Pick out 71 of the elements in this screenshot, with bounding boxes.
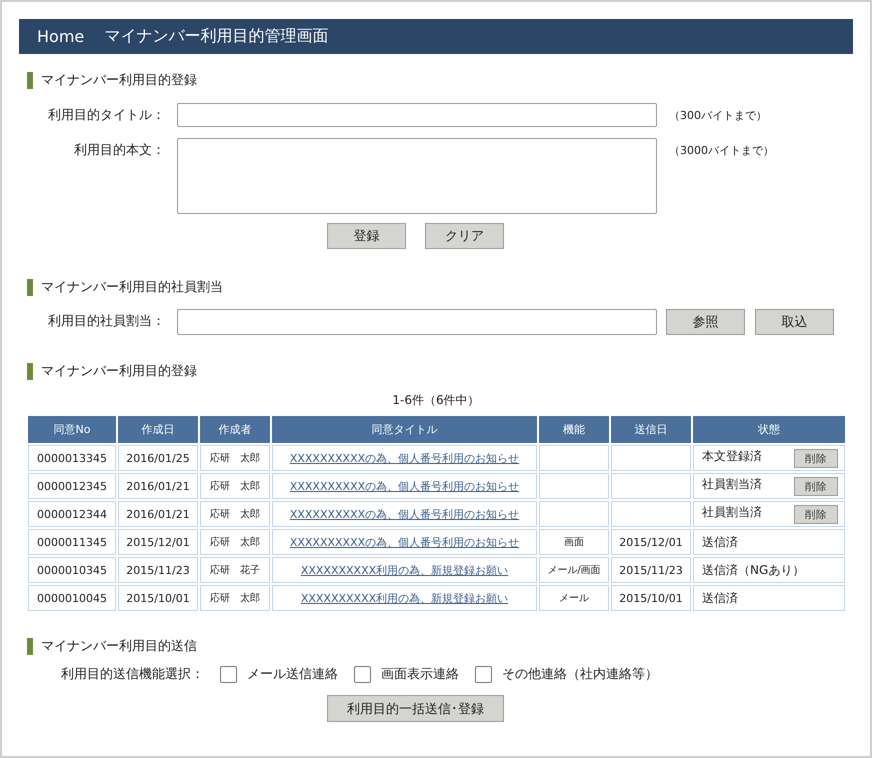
checkbox[interactable] — [475, 666, 492, 682]
status-text: 送信済 — [702, 534, 738, 548]
table-cell: 画面 — [539, 529, 609, 555]
body-text-area[interactable] — [177, 138, 657, 214]
action-button[interactable]: クリア — [425, 223, 504, 249]
heading-marker — [27, 362, 33, 380]
record-count: 1-6件（6件中） — [391, 392, 481, 409]
table-cell: 応研 太郎 — [200, 473, 270, 499]
heading-marker — [27, 278, 33, 296]
assign-input-field[interactable] — [177, 309, 657, 335]
field-label: 利用目的本文： — [73, 142, 165, 160]
table-cell: 2016/01/21 — [118, 473, 198, 499]
delete-button[interactable]: 削除 — [794, 477, 838, 496]
column-header: 送信日 — [611, 416, 691, 443]
table-cell: 応研 花子 — [200, 557, 270, 583]
action-button[interactable]: 登録 — [327, 223, 406, 249]
limit-note: （3000バイトまで） — [669, 143, 774, 159]
column-header: 作成日 — [118, 416, 198, 443]
table-cell: メール — [539, 585, 609, 611]
option-label: その他連絡（社内連絡等） — [502, 666, 658, 683]
table-cell: 応研 太郎 — [200, 501, 270, 527]
table-cell: メール/画面 — [539, 557, 609, 583]
column-header: 同意No — [28, 416, 116, 443]
status-text: 社員割当済 — [702, 505, 762, 519]
column-header: 同意タイトル — [272, 416, 537, 443]
action-button[interactable]: 利用目的一括送信･登録 — [327, 695, 504, 722]
option-label: 画面表示連絡 — [381, 666, 459, 683]
table-cell: 2015/12/01 — [611, 529, 691, 555]
column-header: 機能 — [539, 416, 609, 443]
status-text: 送信済（NGあり） — [702, 562, 804, 576]
title-input-field[interactable] — [177, 103, 657, 127]
section-heading: マイナンバー利用目的登録 — [41, 72, 197, 89]
table-cell: 2015/11/23 — [118, 557, 198, 583]
status-text: 社員割当済 — [702, 477, 762, 491]
table-cell: 0000012344 — [28, 501, 116, 527]
status-text: 送信済 — [702, 590, 738, 604]
table-cell: 応研 太郎 — [200, 585, 270, 611]
table-cell: 2015/10/01 — [118, 585, 198, 611]
delete-button[interactable]: 削除 — [794, 505, 838, 524]
page-title: マイナンバー利用目的管理画面 — [104, 26, 328, 47]
table-cell: 2016/01/21 — [118, 501, 198, 527]
table-cell: 2015/10/01 — [611, 585, 691, 611]
column-header: 作成者 — [200, 416, 270, 443]
table-cell: 2016/01/25 — [118, 445, 198, 471]
table-cell: 2015/12/01 — [118, 529, 198, 555]
field-label: 利用目的タイトル： — [47, 107, 165, 125]
action-button[interactable]: 参照 — [666, 309, 745, 335]
table-cell: 0000010345 — [28, 557, 116, 583]
table-cell: 応研 太郎 — [200, 445, 270, 471]
status-text: 本文登録済 — [702, 449, 762, 463]
section-heading: マイナンバー利用目的送信 — [41, 638, 197, 655]
section-heading: マイナンバー利用目的登録 — [41, 363, 197, 380]
home-link[interactable]: Home — [37, 27, 84, 46]
table-cell: 2015/11/23 — [611, 557, 691, 583]
limit-note: （300バイトまで） — [669, 108, 767, 124]
option-label: メール送信連絡 — [247, 666, 338, 683]
heading-marker — [27, 72, 33, 88]
action-button[interactable]: 取込 — [755, 309, 834, 335]
column-header: 状態 — [693, 416, 845, 443]
table-cell: 応研 太郎 — [200, 529, 270, 555]
table-cell: 0000013345 — [28, 445, 116, 471]
table-cell: 0000011345 — [28, 529, 116, 555]
delete-button[interactable]: 削除 — [794, 449, 838, 468]
field-label: 利用目的社員割当： — [47, 313, 165, 331]
table-cell: 0000012345 — [28, 473, 116, 499]
checkbox[interactable] — [220, 666, 237, 682]
field-label: 利用目的送信機能選択： — [61, 666, 204, 683]
heading-marker — [27, 638, 33, 654]
table-cell: 0000010045 — [28, 585, 116, 611]
section-heading: マイナンバー利用目的社員割当 — [41, 279, 223, 296]
checkbox[interactable] — [354, 666, 371, 682]
